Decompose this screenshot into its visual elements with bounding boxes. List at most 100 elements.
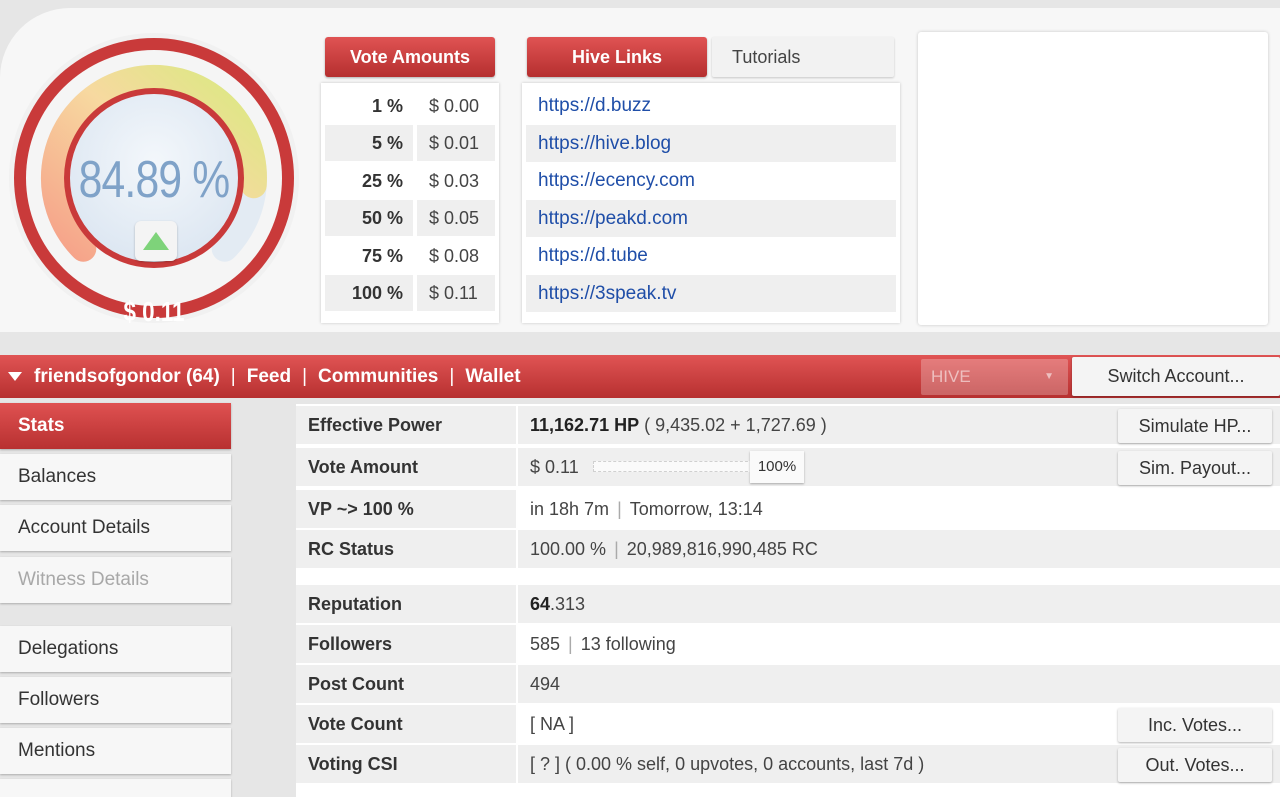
vote-pct: 1 % [371, 95, 403, 116]
stat-label: RC Status [296, 530, 518, 568]
stat-row-voting-csi: Voting CSI [ ? ] ( 0.00 % self, 0 upvote… [296, 745, 1280, 783]
sidebar-item-witness-details: Witness Details [0, 557, 231, 603]
stat-value: in 18h 7m | Tomorrow, 13:14 [518, 490, 1280, 528]
top-panel: 84.89 % $ 0.11 Vote Amounts 1 % $ 0.00 5 … [0, 8, 1280, 332]
empty-panel [918, 32, 1268, 325]
nav-separator: | [449, 365, 455, 387]
vote-amount: $ 0.00 [429, 95, 480, 116]
sidebar-item-partial[interactable] [0, 779, 231, 797]
vote-amounts-table: 1 % $ 0.00 5 % $ 0.01 25 % $ 0.03 50 % $ 0.0… [321, 83, 499, 323]
vote-amount-row: 5 % $ 0.01 [325, 125, 495, 163]
hive-link[interactable]: https://3speak.tv [526, 274, 896, 312]
vote-pct: 50 % [325, 200, 413, 237]
stats-panel: Effective Power 11,162.71 HP ( 9,435.02 … [296, 404, 1280, 797]
sidebar-item-followers[interactable]: Followers [0, 677, 231, 723]
sidebar-item-account-details[interactable]: Account Details [0, 505, 231, 551]
hive-links-list: https://d.buzz https://hive.blog https:/… [522, 83, 900, 323]
stat-value: 100.00 % | 20,989,816,990,485 RC [518, 530, 1280, 568]
effective-power-hp: 11,162.71 HP [530, 415, 640, 435]
hive-link[interactable]: https://d.tube [526, 237, 896, 275]
hive-link[interactable]: https://hive.blog [526, 124, 896, 162]
vote-amount-row: 1 % $ 0.00 [325, 87, 495, 125]
outgoing-votes-button[interactable]: Out. Votes... [1118, 748, 1272, 782]
stat-label: Post Count [296, 665, 518, 703]
rc-amount: 20,989,816,990,485 RC [626, 539, 818, 559]
nav-separator: | [302, 365, 308, 387]
vote-amount-row: 75 % $ 0.08 [325, 237, 495, 275]
stat-label: Voting CSI [296, 745, 518, 783]
stat-value: $ 0.11 100% Sim. Payout... [518, 448, 1280, 486]
followers-count: 585 [530, 634, 561, 654]
reputation-minor: .313 [550, 594, 586, 614]
stat-label: Vote Count [296, 705, 518, 743]
tab-tutorials[interactable]: Tutorials [712, 37, 894, 77]
vote-amounts-header: Vote Amounts [325, 37, 495, 77]
vote-weight-handle[interactable]: 100% [750, 451, 804, 483]
stat-row-reputation: Reputation 64.313 [296, 585, 1280, 623]
stat-label: Effective Power [296, 406, 518, 444]
simulate-hp-button[interactable]: Simulate HP... [1118, 409, 1272, 443]
vote-weight-slider[interactable] [593, 461, 753, 472]
vote-count-value: [ NA ] [530, 714, 575, 734]
nav-feed[interactable]: Feed [247, 366, 291, 388]
voting-power-percent: 84.89 % [78, 151, 231, 209]
stat-label: VP ~> 100 % [296, 490, 518, 528]
hive-link[interactable]: https://peakd.com [526, 199, 896, 237]
vote-amount-row: 25 % $ 0.03 [325, 162, 495, 200]
nav-separator: | [230, 365, 236, 387]
hive-link[interactable]: https://ecency.com [526, 162, 896, 200]
vote-amount-row: 50 % $ 0.05 [325, 200, 495, 238]
rc-percent: 100.00 % [530, 539, 607, 559]
sidebar-item-balances[interactable]: Balances [0, 454, 231, 500]
currency-select-value: HIVE [931, 367, 971, 386]
vp-time-at: Tomorrow, 13:14 [629, 499, 763, 519]
stat-row-followers: Followers 585 | 13 following [296, 625, 1280, 663]
nav-wallet[interactable]: Wallet [465, 366, 520, 388]
value-separator: | [614, 539, 619, 559]
switch-account-button[interactable]: Switch Account... [1072, 357, 1280, 396]
value-separator: | [617, 499, 622, 519]
incoming-votes-button[interactable]: Inc. Votes... [1118, 708, 1272, 742]
caret-down-icon[interactable] [8, 372, 22, 381]
currency-select[interactable]: HIVE ▼ [921, 359, 1068, 395]
sidebar-item-delegations[interactable]: Delegations [0, 626, 231, 672]
stat-row-vote-amount: Vote Amount $ 0.11 100% Sim. Payout... [296, 448, 1280, 486]
vote-pct: 75 % [361, 245, 403, 266]
stat-label: Vote Amount [296, 448, 518, 486]
following-count: 13 following [580, 634, 676, 654]
stat-label: Reputation [296, 585, 518, 623]
vote-pct: 100 % [325, 275, 413, 312]
voting-power-gauge: 84.89 % $ 0.11 [4, 28, 304, 328]
stat-value: [ NA ] Inc. Votes... [518, 705, 1280, 743]
voting-csi-value: [ ? ] ( 0.00 % self, 0 upvotes, 0 accoun… [530, 754, 925, 774]
nav-communities[interactable]: Communities [318, 366, 438, 388]
sidebar-item-mentions[interactable]: Mentions [0, 728, 231, 774]
stat-row-vote-count: Vote Count [ NA ] Inc. Votes... [296, 705, 1280, 743]
stat-value: 494 [530, 674, 561, 694]
vp-time-left: in 18h 7m [530, 499, 610, 519]
vote-amount: $ 0.01 [417, 125, 495, 162]
triangle-up-icon[interactable] [135, 221, 177, 261]
vote-amount-row: 100 % $ 0.11 [325, 275, 495, 313]
reputation-major: 64 [530, 594, 551, 614]
vote-pct: 5 % [325, 125, 413, 162]
sim-payout-button[interactable]: Sim. Payout... [1118, 451, 1272, 485]
vote-amount: $ 0.05 [417, 200, 495, 237]
hive-link[interactable]: https://d.buzz [526, 87, 896, 125]
stat-value: 11,162.71 HP ( 9,435.02 + 1,727.69 ) Sim… [518, 406, 1280, 444]
stat-row-post-count: Post Count 494 [296, 665, 1280, 703]
stat-value: 64.313 [518, 585, 1280, 623]
stat-value: [ ? ] ( 0.00 % self, 0 upvotes, 0 accoun… [518, 745, 1280, 783]
sidebar-item-stats[interactable]: Stats [0, 403, 231, 449]
tab-hive-links[interactable]: Hive Links [527, 37, 707, 77]
vote-pct: 25 % [361, 170, 403, 191]
stat-row-rc: RC Status 100.00 % | 20,989,816,990,485 RC [296, 530, 1280, 568]
account-name[interactable]: friendsofgondor (64) [34, 366, 220, 388]
dropdown-arrow-icon: ▼ [1044, 371, 1054, 382]
vote-amount: $ 0.11 [417, 275, 495, 312]
stat-row-effective-power: Effective Power 11,162.71 HP ( 9,435.02 … [296, 406, 1280, 444]
stat-value: 585 | 13 following [518, 625, 1280, 663]
vote-value-dollar: $ 0.11 [123, 296, 185, 327]
vote-amount: $ 0.08 [429, 245, 480, 266]
vote-amount: $ 0.03 [429, 170, 480, 191]
